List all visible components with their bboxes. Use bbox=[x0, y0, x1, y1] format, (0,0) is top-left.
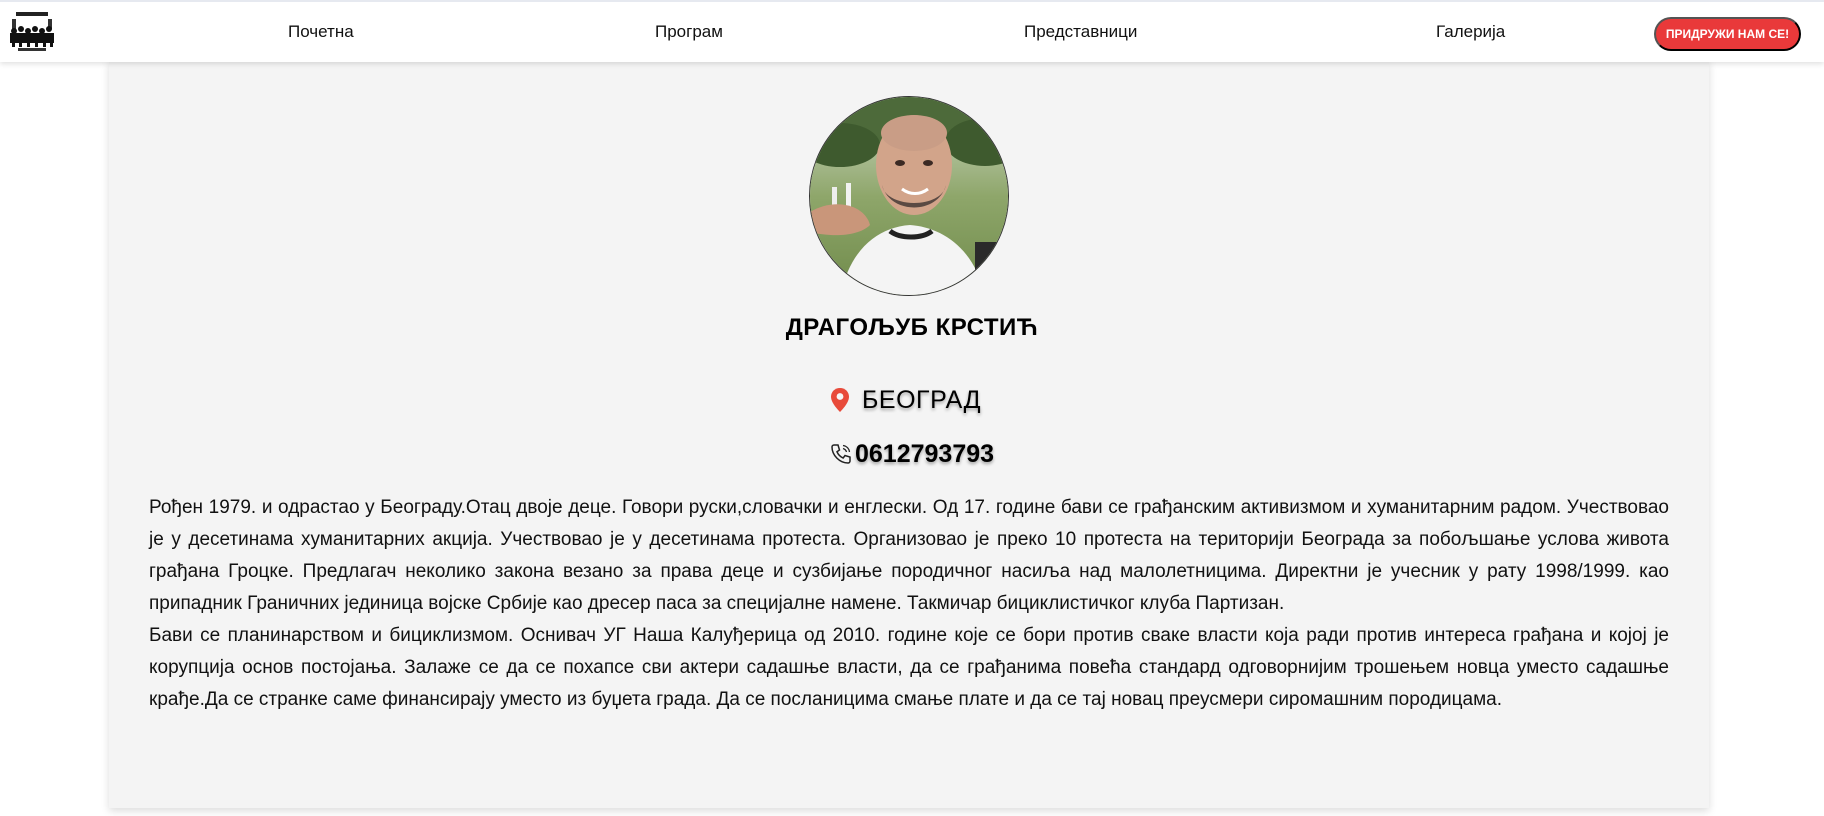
bio-paragraph-2: Бави се планинарством и бициклизмом. Осн… bbox=[149, 625, 1669, 710]
crowd-logo-icon bbox=[6, 9, 58, 53]
nav-link-home[interactable]: Почетна bbox=[288, 22, 354, 42]
nav-link-program[interactable]: Програм bbox=[655, 22, 723, 42]
city-text: БЕОГРАД bbox=[862, 385, 982, 414]
join-us-button[interactable]: ПРИДРУЖИ НАМ СЕ! bbox=[1654, 17, 1801, 51]
phone-icon bbox=[831, 444, 851, 464]
nav-link-gallery[interactable]: Галерија bbox=[1436, 22, 1505, 42]
top-navbar: Почетна Програм Представници Галерија ПР… bbox=[0, 0, 1824, 62]
nav-link-representatives[interactable]: Представници bbox=[1024, 22, 1137, 42]
location-pin-icon bbox=[831, 388, 849, 412]
city-row: БЕОГРАД bbox=[830, 383, 981, 417]
phone-row: 0612793793 bbox=[829, 437, 994, 471]
avatar bbox=[809, 96, 1009, 296]
representative-name: ДРАГОЉУБ КРСТИЋ bbox=[785, 314, 1039, 341]
phone-text: 0612793793 bbox=[855, 439, 995, 468]
bio-paragraph-1: Рођен 1979. и одрастао у Београду.Отац д… bbox=[149, 497, 1669, 614]
site-logo[interactable] bbox=[6, 9, 58, 53]
profile-photo bbox=[810, 97, 1008, 295]
biography: Рођен 1979. и одрастао у Београду.Отац д… bbox=[149, 492, 1669, 716]
